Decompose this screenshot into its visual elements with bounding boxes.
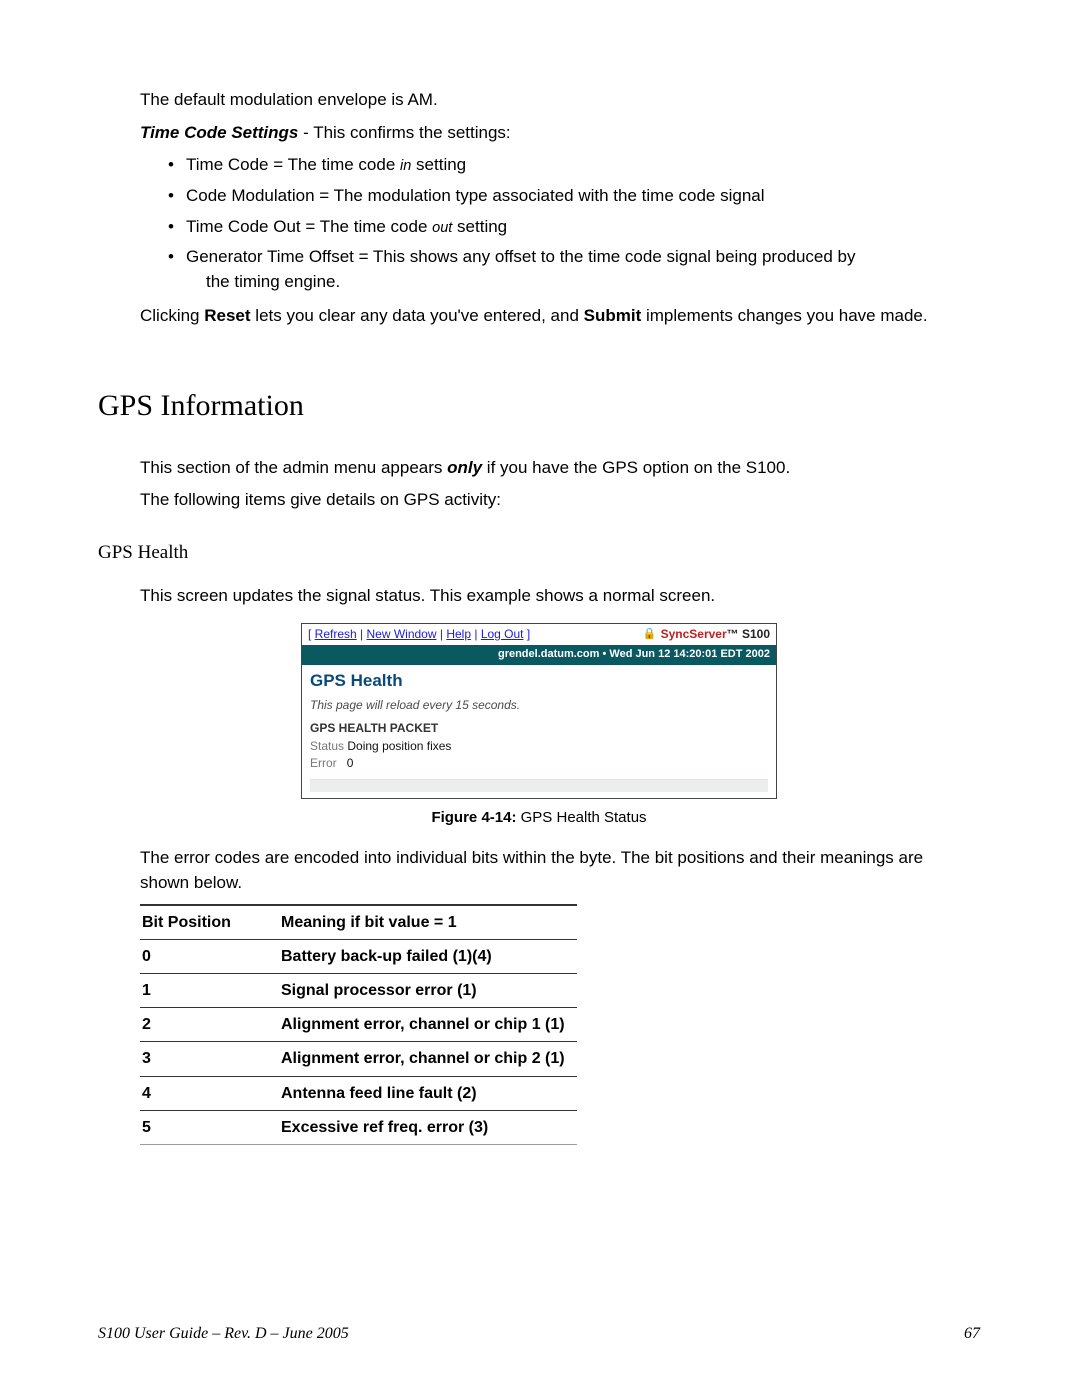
row-label: Status [310, 739, 344, 753]
cell-meaning: Signal processor error (1) [279, 974, 577, 1008]
cell-meaning: Battery back-up failed (1)(4) [279, 939, 577, 973]
nav-link-logout[interactable]: Log Out [481, 627, 524, 641]
row-label: Error [310, 756, 337, 770]
bullet-text: setting [411, 155, 466, 174]
cell-meaning: Alignment error, channel or chip 1 (1) [279, 1008, 577, 1042]
gps-only-text: This section of the admin menu appears o… [140, 456, 970, 481]
table-row: 4 Antenna feed line fault (2) [140, 1076, 577, 1110]
only-keyword: only [447, 458, 482, 477]
nav-sep: | [437, 627, 447, 641]
bracket-open: [ [308, 627, 315, 641]
nav-link-help[interactable]: Help [446, 627, 471, 641]
screenshot-topbar: [ Refresh | New Window | Help | Log Out … [302, 624, 776, 645]
gps-health-lead: This screen updates the signal status. T… [140, 584, 970, 609]
timecode-settings-heading: Time Code Settings - This confirms the s… [140, 121, 970, 146]
screenshot-status-row: Status Doing position fixes [310, 738, 768, 755]
cell-meaning: Antenna feed line fault (2) [279, 1076, 577, 1110]
table-header-row: Bit Position Meaning if bit value = 1 [140, 905, 577, 940]
cell-bit: 4 [140, 1076, 279, 1110]
bullet-text-line2: the timing engine. [186, 270, 980, 295]
screenshot-reload-note: This page will reload every 15 seconds. [310, 697, 768, 714]
cell-bit: 2 [140, 1008, 279, 1042]
screenshot-nav-links: [ Refresh | New Window | Help | Log Out … [308, 626, 530, 643]
table-row: 2 Alignment error, channel or chip 1 (1) [140, 1008, 577, 1042]
cell-bit: 3 [140, 1042, 279, 1076]
text-fragment: implements changes you have made. [641, 306, 927, 325]
gps-information-heading: GPS Information [98, 384, 980, 428]
screenshot-body: GPS Health This page will reload every 1… [302, 665, 776, 797]
header-bit-position: Bit Position [140, 905, 279, 940]
timecode-settings-suffix: - This confirms the settings: [298, 123, 510, 142]
bullet-generator-offset: Generator Time Offset = This shows any o… [168, 245, 980, 294]
default-modulation-text: The default modulation envelope is AM. [140, 88, 970, 113]
cell-bit: 5 [140, 1110, 279, 1144]
text-fragment: This section of the admin menu appears [140, 458, 447, 477]
footer-page-number: 67 [964, 1325, 980, 1343]
gps-health-heading: GPS Health [98, 539, 980, 567]
bullet-text-line1: Generator Time Offset = This shows any o… [186, 247, 856, 266]
table-row: 3 Alignment error, channel or chip 2 (1) [140, 1042, 577, 1076]
bullet-timecode-in: Time Code = The time code in setting [168, 153, 980, 178]
nav-link-new-window[interactable]: New Window [367, 627, 437, 641]
nav-sep: | [471, 627, 481, 641]
screenshot-packet-heading: GPS HEALTH PACKET [310, 720, 768, 737]
timecode-settings-title: Time Code Settings [140, 123, 298, 142]
table-row: 1 Signal processor error (1) [140, 974, 577, 1008]
bullet-text: Time Code = The time code [186, 155, 400, 174]
brand-model: ™ S100 [727, 627, 770, 641]
screenshot-statusbar: grendel.datum.com • Wed Jun 12 14:20:01 … [302, 645, 776, 665]
row-value: 0 [347, 756, 354, 770]
page-footer: S100 User Guide – Rev. D – June 2005 67 [98, 1325, 980, 1343]
figure-title: GPS Health Status [516, 809, 646, 826]
bullet-text: setting [452, 217, 507, 236]
row-value: Doing position fixes [347, 739, 451, 753]
header-meaning: Meaning if bit value = 1 [279, 905, 577, 940]
nav-sep: | [357, 627, 367, 641]
error-codes-text: The error codes are encoded into individ… [140, 846, 970, 895]
figure-caption: Figure 4-14: GPS Health Status [98, 807, 980, 829]
bullet-timecode-out: Time Code Out = The time code out settin… [168, 215, 980, 240]
table-row: 5 Excessive ref freq. error (3) [140, 1110, 577, 1144]
nav-link-refresh[interactable]: Refresh [315, 627, 357, 641]
cell-meaning: Excessive ref freq. error (3) [279, 1110, 577, 1144]
bullet-italic: out [432, 220, 452, 236]
bullet-text: Code Modulation = The modulation type as… [186, 186, 765, 205]
cell-bit: 0 [140, 939, 279, 973]
table-row: 0 Battery back-up failed (1)(4) [140, 939, 577, 973]
brand-syncserver: SyncServer [661, 627, 727, 641]
screenshot-error-row: Error 0 [310, 755, 768, 772]
reset-keyword: Reset [204, 306, 250, 325]
cell-meaning: Alignment error, channel or chip 2 (1) [279, 1042, 577, 1076]
bit-position-table: Bit Position Meaning if bit value = 1 0 … [140, 904, 577, 1145]
bullet-text: Time Code Out = The time code [186, 217, 432, 236]
text-fragment: if you have the GPS option on the S100. [482, 458, 790, 477]
timecode-bullet-list: Time Code = The time code in setting Cod… [168, 153, 980, 294]
lock-icon: 🔒 [643, 627, 657, 643]
screenshot-footer-strip [310, 779, 768, 792]
screenshot-title: GPS Health [310, 669, 768, 694]
screenshot-brand: 🔒 SyncServer™ S100 [643, 626, 770, 643]
bullet-italic: in [400, 158, 411, 174]
figure-label: Figure 4-14: [431, 809, 516, 826]
gps-details-text: The following items give details on GPS … [140, 488, 970, 513]
footer-doc-title: S100 User Guide – Rev. D – June 2005 [98, 1325, 349, 1343]
text-fragment: Clicking [140, 306, 204, 325]
cell-bit: 1 [140, 974, 279, 1008]
bullet-code-modulation: Code Modulation = The modulation type as… [168, 184, 980, 209]
text-fragment: lets you clear any data you've entered, … [251, 306, 584, 325]
reset-submit-text: Clicking Reset lets you clear any data y… [140, 304, 970, 329]
submit-keyword: Submit [584, 306, 642, 325]
bracket-close: ] [524, 627, 531, 641]
gps-health-screenshot: [ Refresh | New Window | Help | Log Out … [301, 623, 777, 799]
